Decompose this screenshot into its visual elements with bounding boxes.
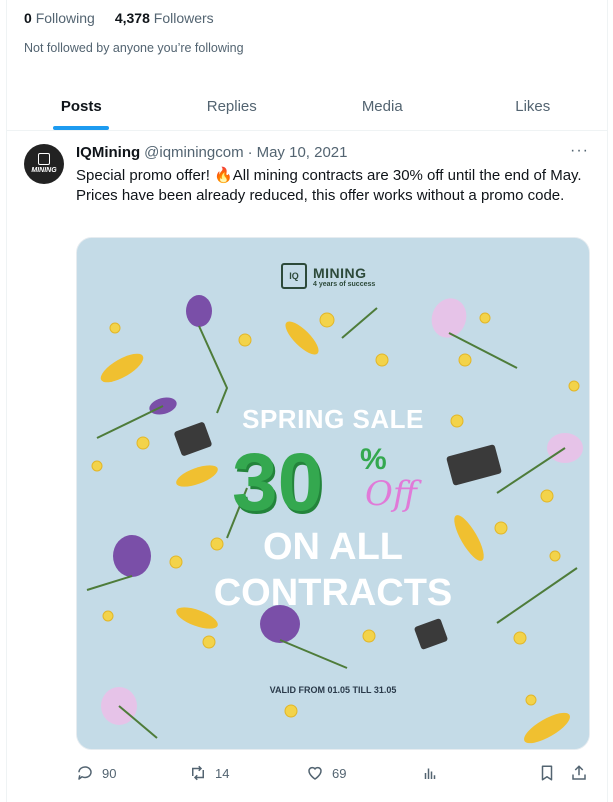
bookmark-button[interactable] — [538, 764, 556, 782]
repost-icon — [192, 765, 204, 781]
brand-chip-icon: IQ — [281, 263, 307, 289]
post-date[interactable]: May 10, 2021 — [257, 144, 348, 161]
tab-posts[interactable]: Posts — [6, 82, 157, 130]
avatar-text: MINING — [31, 166, 57, 174]
followed-by-note: Not followed by anyone you’re following — [24, 41, 244, 55]
more-options-icon[interactable]: ··· — [570, 142, 589, 160]
tab-likes[interactable]: Likes — [458, 82, 609, 130]
author-handle[interactable]: @iqminingcom — [144, 144, 243, 161]
separator: · — [247, 144, 253, 161]
share-icon — [572, 765, 586, 780]
brand-logo: IQ MINING 4 years of success — [281, 263, 375, 289]
author-name[interactable]: IQMining — [76, 144, 140, 161]
share-button[interactable] — [570, 764, 588, 782]
repost-count: 14 — [215, 765, 230, 781]
promo-valid: VALID FROM 01.05 TILL 31.05 — [269, 685, 397, 695]
brand-tagline: 4 years of success — [313, 280, 376, 288]
tab-media[interactable]: Media — [307, 82, 458, 130]
promo-text-layer: IQ MINING 4 years of success SPRING SALE… — [77, 238, 589, 749]
heart-icon — [308, 766, 322, 780]
active-tab-indicator — [53, 126, 110, 130]
tab-replies[interactable]: Replies — [157, 82, 308, 130]
promo-percent: % — [360, 443, 387, 476]
post-text: Special promo offer! 🔥All mining contrac… — [76, 167, 582, 204]
reply-icon — [78, 766, 92, 780]
brand-name: MINING — [313, 264, 367, 281]
post-header: IQMining @iqminingcom · May 10, 2021 — [76, 144, 348, 161]
repost-button[interactable]: 14 — [189, 764, 229, 782]
profile-tabs: Posts Replies Media Likes — [6, 82, 608, 131]
promo-line3: CONTRACTS — [213, 572, 453, 614]
bookmark-icon — [541, 765, 553, 781]
chip-icon — [38, 152, 50, 165]
follow-stats: 0 Following 4,378 Followers — [24, 10, 214, 26]
promo-line1: SPRING SALE — [242, 404, 424, 434]
reply-button[interactable]: 90 — [76, 764, 116, 782]
reply-count: 90 — [102, 765, 117, 781]
promo-line2: ON ALL — [262, 526, 403, 568]
following-link[interactable]: 0 Following — [24, 10, 95, 26]
avatar[interactable]: MINING — [24, 144, 64, 184]
views-chart-icon — [424, 768, 436, 779]
promo-big-number: 30 — [232, 437, 324, 528]
promo-off: Off — [365, 474, 417, 514]
post-image[interactable]: IQ MINING 4 years of success SPRING SALE… — [76, 237, 590, 750]
like-button[interactable]: 69 — [306, 764, 346, 782]
followers-link[interactable]: 4,378 Followers — [115, 10, 214, 26]
post-actions: 90 14 69 — [76, 764, 596, 784]
views-button[interactable] — [421, 764, 439, 782]
like-count: 69 — [332, 765, 347, 781]
